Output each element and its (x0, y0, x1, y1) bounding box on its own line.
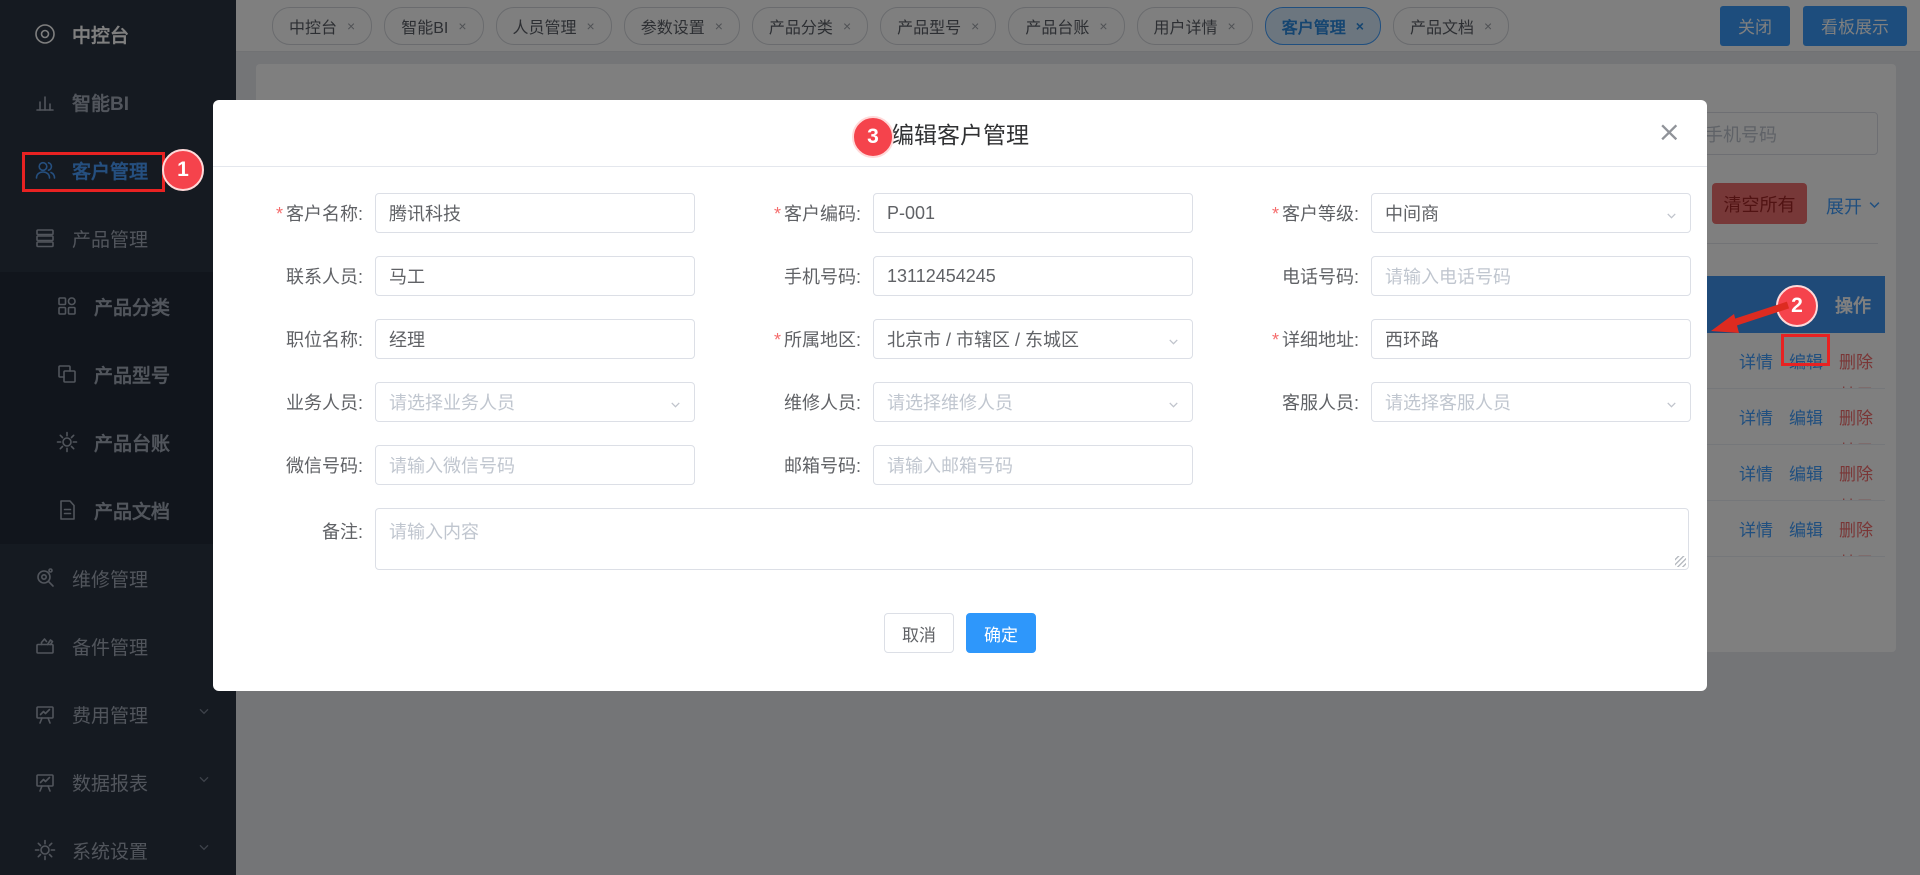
required-asterisk: * (276, 204, 283, 224)
annotation-badge-3: 3 (852, 116, 894, 158)
edit-customer-dialog: 编辑客户管理 × *客户名称: 腾讯科技 *客户编码: P-001 *客户等级: 中间商联… (213, 100, 1707, 691)
select-维修人员[interactable]: 请选择维修人员 (873, 382, 1193, 422)
form-field: 手机号码: 13112454245 (711, 256, 1209, 296)
field-value: 马工 (389, 263, 425, 289)
field-label: 职位名称: (233, 326, 375, 352)
form-field: *所属地区: 北京市 / 市辖区 / 东城区 (711, 319, 1209, 359)
field-value: 请选择客服人员 (1385, 389, 1511, 415)
form-field: *客户编码: P-001 (711, 193, 1209, 233)
form-field: 电话号码: 请输入电话号码 (1209, 256, 1707, 296)
input-电话号码[interactable]: 请输入电话号码 (1371, 256, 1691, 296)
field-value: 请选择维修人员 (887, 389, 1013, 415)
chevron-down-icon (1166, 396, 1181, 417)
remark-label: 备注: (233, 508, 375, 570)
close-icon[interactable]: × (1658, 118, 1681, 146)
app-root: 中控台智能BI客户管理产品管理产品分类产品型号产品台账产品文档维修管理备件管理费… (0, 0, 1920, 875)
form-field: 邮箱号码: 请输入邮箱号码 (711, 445, 1209, 485)
field-value: 中间商 (1385, 200, 1439, 226)
dialog-title: 编辑客户管理 (891, 116, 1029, 150)
field-value: 腾讯科技 (389, 200, 461, 226)
input-邮箱号码[interactable]: 请输入邮箱号码 (873, 445, 1193, 485)
form-field: 业务人员: 请选择业务人员 (213, 382, 711, 422)
cancel-button[interactable]: 取消 (884, 613, 954, 653)
chevron-down-icon (1664, 396, 1679, 417)
resize-handle[interactable] (1675, 556, 1686, 567)
form-field: *客户名称: 腾讯科技 (213, 193, 711, 233)
input-客户名称[interactable]: 腾讯科技 (375, 193, 695, 233)
field-value: 请输入微信号码 (389, 452, 515, 478)
field-value: 请输入电话号码 (1385, 263, 1511, 289)
dialog-footer: 取消 确定 (213, 613, 1707, 653)
select-客户等级[interactable]: 中间商 (1371, 193, 1691, 233)
input-职位名称[interactable]: 经理 (375, 319, 695, 359)
field-value: 北京市 / 市辖区 / 东城区 (887, 326, 1079, 352)
field-value: 请输入邮箱号码 (887, 452, 1013, 478)
select-业务人员[interactable]: 请选择业务人员 (375, 382, 695, 422)
input-联系人员[interactable]: 马工 (375, 256, 695, 296)
form-field: 微信号码: 请输入微信号码 (213, 445, 711, 485)
form-field: *详细地址: 西环路 (1209, 319, 1707, 359)
field-value: 请选择业务人员 (389, 389, 515, 415)
annotation-box-customer-menu (22, 152, 165, 192)
field-label: 微信号码: (233, 452, 375, 478)
field-label: *客户编码: (731, 200, 873, 226)
select-客服人员[interactable]: 请选择客服人员 (1371, 382, 1691, 422)
dialog-header: 编辑客户管理 × (213, 100, 1707, 167)
field-label: 联系人员: (233, 263, 375, 289)
field-label: 电话号码: (1229, 263, 1371, 289)
required-asterisk: * (774, 330, 781, 350)
form-field: 维修人员: 请选择维修人员 (711, 382, 1209, 422)
form-field: 职位名称: 经理 (213, 319, 711, 359)
field-value: P-001 (887, 203, 935, 224)
remark-textarea[interactable]: 请输入内容 (375, 508, 1689, 570)
remark-field: 备注: 请输入内容 (213, 508, 1707, 570)
field-label: *客户等级: (1229, 200, 1371, 226)
field-label: *客户名称: (233, 200, 375, 226)
field-label: *详细地址: (1229, 326, 1371, 352)
input-客户编码[interactable]: P-001 (873, 193, 1193, 233)
required-asterisk: * (1272, 204, 1279, 224)
remark-placeholder: 请输入内容 (389, 522, 479, 542)
field-label: 业务人员: (233, 389, 375, 415)
chevron-down-icon (1664, 207, 1679, 228)
field-label: 手机号码: (731, 263, 873, 289)
field-value: 西环路 (1385, 326, 1439, 352)
form-field: 联系人员: 马工 (213, 256, 711, 296)
form-field: *客户等级: 中间商 (1209, 193, 1707, 233)
select-所属地区[interactable]: 北京市 / 市辖区 / 东城区 (873, 319, 1193, 359)
customer-form: *客户名称: 腾讯科技 *客户编码: P-001 *客户等级: 中间商联系人员: 马工 手机号… (213, 167, 1707, 485)
input-手机号码[interactable]: 13112454245 (873, 256, 1193, 296)
input-详细地址[interactable]: 西环路 (1371, 319, 1691, 359)
field-value: 经理 (389, 326, 425, 352)
annotation-box-edit-link (1781, 334, 1830, 366)
field-label: *所属地区: (731, 326, 873, 352)
field-value: 13112454245 (887, 266, 996, 287)
input-微信号码[interactable]: 请输入微信号码 (375, 445, 695, 485)
field-label: 客服人员: (1229, 389, 1371, 415)
form-field: 客服人员: 请选择客服人员 (1209, 382, 1707, 422)
annotation-badge-1: 1 (162, 149, 204, 191)
field-label: 维修人员: (731, 389, 873, 415)
annotation-badge-2: 2 (1776, 285, 1818, 327)
field-label: 邮箱号码: (731, 452, 873, 478)
required-asterisk: * (774, 204, 781, 224)
chevron-down-icon (668, 396, 683, 417)
chevron-down-icon (1166, 333, 1181, 354)
confirm-button[interactable]: 确定 (966, 613, 1036, 653)
required-asterisk: * (1272, 330, 1279, 350)
